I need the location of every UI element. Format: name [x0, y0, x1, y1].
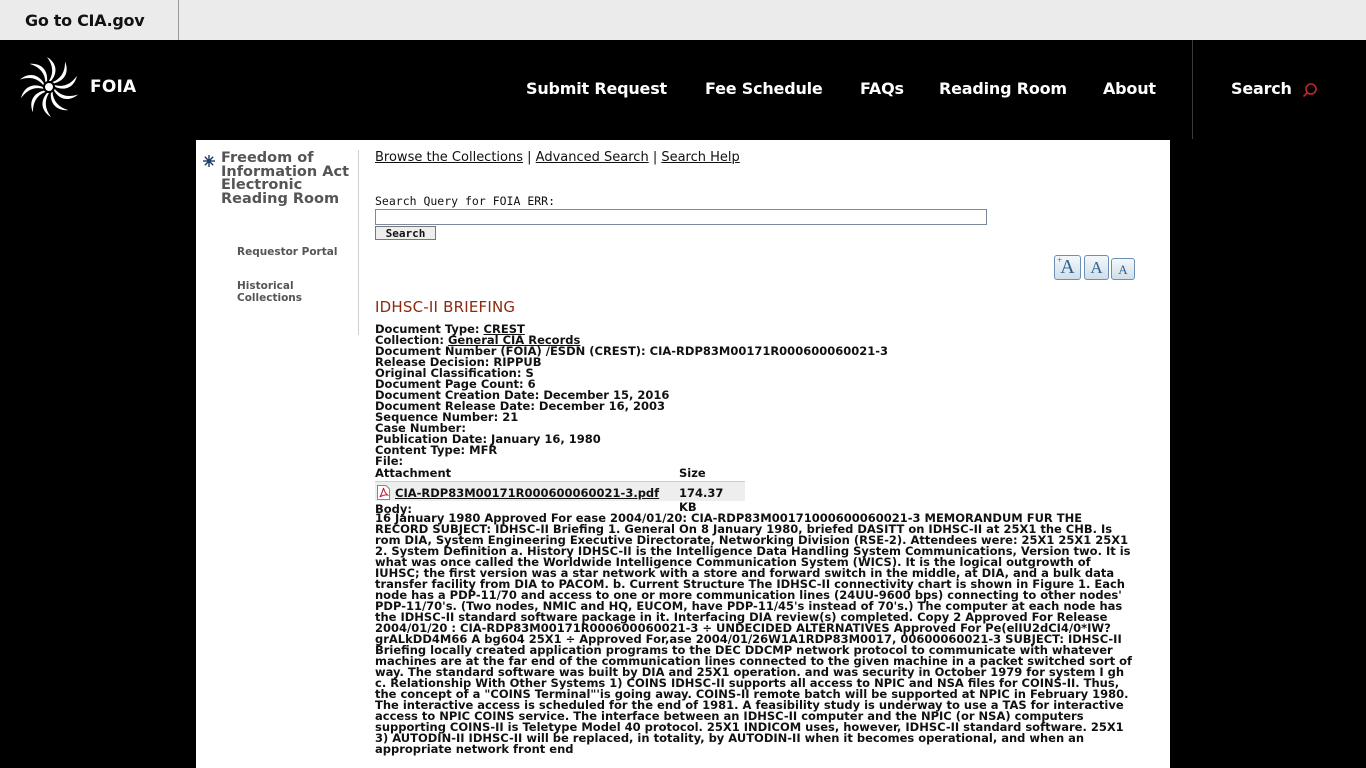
search-submit-button[interactable]: Search: [375, 226, 436, 240]
content-panel: Freedom of Information Act Electronic Re…: [196, 140, 1170, 768]
brand-foia[interactable]: FOIA: [90, 77, 136, 97]
attachment-row: CIA-RDP83M00171R000600060021-3.pdf 174.3…: [375, 481, 745, 514]
utility-bar: Go to CIA.gov: [0, 0, 1366, 40]
attachment-table-header: Attachment Size: [375, 466, 745, 480]
search-icon: [1302, 83, 1317, 98]
advanced-search-link[interactable]: Advanced Search: [536, 150, 649, 165]
sidebar: Freedom of Information Act Electronic Re…: [196, 140, 359, 768]
document-body-text: 16 January 1980 Approved For ease 2004/0…: [375, 511, 1132, 756]
font-size-small-label: A: [1118, 262, 1128, 277]
document-title: IDHSC-II BRIEFING: [375, 298, 516, 316]
attachment-size: 174.37 KB: [679, 486, 724, 514]
nav-divider: [1192, 40, 1193, 139]
header-search-label: Search: [1231, 79, 1292, 98]
plus-icon: +: [1057, 255, 1063, 265]
attachment-header: Attachment: [375, 466, 452, 480]
nav-submit-request[interactable]: Submit Request: [526, 79, 667, 98]
size-header: Size: [679, 466, 706, 480]
file-label: File:: [375, 454, 404, 468]
link-separator: |: [648, 150, 662, 165]
sidebar-divider: [358, 150, 359, 335]
font-size-small-button[interactable]: A: [1111, 258, 1135, 280]
nav-fee-schedule[interactable]: Fee Schedule: [705, 79, 823, 98]
pdf-file-icon: [377, 485, 390, 500]
header-search-button[interactable]: Search: [1231, 79, 1317, 98]
search-help-link[interactable]: Search Help: [661, 150, 739, 165]
search-query-input[interactable]: [375, 209, 987, 225]
link-separator: |: [523, 150, 536, 165]
top-links: Browse the Collections | Advanced Search…: [375, 150, 740, 165]
font-size-large-button[interactable]: + A: [1054, 255, 1081, 280]
nav-reading-room[interactable]: Reading Room: [939, 79, 1067, 98]
font-size-medium-label: A: [1090, 258, 1103, 277]
browse-collections-link[interactable]: Browse the Collections: [375, 150, 523, 165]
sidebar-title[interactable]: Freedom of Information Act Electronic Re…: [221, 151, 351, 206]
go-to-cia-link[interactable]: Go to CIA.gov: [0, 0, 179, 40]
cia-logo-icon[interactable]: [18, 56, 80, 118]
sidebar-item-requestor-portal[interactable]: Requestor Portal: [237, 246, 347, 258]
site-header: FOIA Submit Request Fee Schedule FAQs Re…: [0, 40, 1366, 139]
sidebar-item-historical-collections[interactable]: Historical Collections: [237, 280, 347, 304]
font-size-medium-button[interactable]: A: [1084, 255, 1109, 280]
content-type: Content Type: MFR: [375, 443, 498, 457]
document-metadata: Document Type: CREST Collection: General…: [375, 323, 888, 468]
nav-about[interactable]: About: [1103, 79, 1156, 98]
attachment-pdf-link[interactable]: CIA-RDP83M00171R000600060021-3.pdf: [395, 486, 659, 500]
nav-faqs[interactable]: FAQs: [860, 79, 904, 98]
starburst-icon: [203, 155, 215, 167]
search-query-label: Search Query for FOIA ERR:: [375, 194, 556, 208]
font-size-large-label: A: [1060, 256, 1075, 278]
